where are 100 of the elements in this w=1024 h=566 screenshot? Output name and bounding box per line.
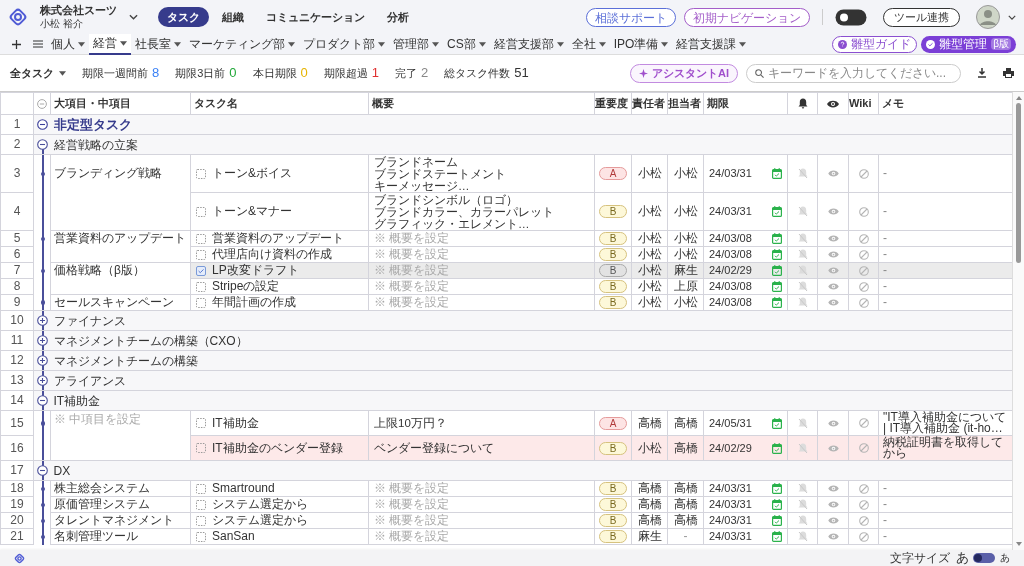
no-wiki-icon[interactable]	[858, 168, 869, 179]
checkbox[interactable]	[196, 297, 206, 308]
column-header[interactable]: タスク名	[194, 97, 238, 109]
priority-badge[interactable]: B	[599, 441, 627, 455]
priority-badge[interactable]: B	[599, 248, 627, 262]
column-header[interactable]: 概要	[372, 97, 394, 109]
group-title[interactable]: マネジメントチームの構築	[53, 353, 198, 368]
bell-off-icon[interactable]	[797, 297, 808, 308]
group-title[interactable]: マネジメントチームの構築（CXO）	[53, 333, 248, 348]
memo-line[interactable]: "IT導入補助金について	[883, 411, 1008, 423]
template-manage-button[interactable]: 雛型管理 β版	[921, 35, 1016, 53]
group-title[interactable]: ファイナンス	[53, 313, 126, 328]
bell-off-icon[interactable]	[797, 265, 808, 276]
summary-line[interactable]: キーメッセージ…	[374, 179, 589, 192]
checkbox[interactable]	[196, 515, 206, 526]
download-icon[interactable]	[977, 68, 987, 78]
eye-icon[interactable]	[827, 99, 839, 108]
calendar-check-icon[interactable]	[772, 442, 782, 454]
no-wiki-icon[interactable]	[858, 265, 869, 276]
priority-badge[interactable]: A	[599, 167, 627, 181]
department-tab[interactable]: CS部	[443, 33, 490, 55]
department-tab[interactable]: 社長室	[131, 33, 185, 55]
no-wiki-icon[interactable]	[858, 531, 869, 542]
group-title[interactable]: 経営戦略の立案	[53, 137, 138, 152]
priority-badge[interactable]: B	[599, 232, 627, 246]
collapse-icon[interactable]	[37, 465, 48, 476]
checkbox[interactable]	[196, 265, 206, 276]
collapse-icon[interactable]	[37, 395, 48, 406]
calendar-check-icon[interactable]	[772, 206, 782, 217]
checkbox[interactable]	[196, 531, 206, 542]
bell-off-icon[interactable]	[797, 168, 808, 179]
no-wiki-icon[interactable]	[858, 281, 869, 292]
header-button[interactable]: 初期ナビゲーション	[684, 7, 810, 27]
due-date[interactable]: 24/03/31	[709, 167, 752, 180]
summary-line[interactable]: ブランドネーム	[374, 155, 589, 168]
checkbox[interactable]	[196, 443, 206, 453]
chevron-down-icon[interactable]	[129, 14, 138, 20]
calendar-check-icon[interactable]	[772, 265, 782, 276]
due-date[interactable]: 24/03/31	[709, 205, 752, 218]
collapse-all-icon[interactable]	[37, 98, 47, 109]
priority-badge[interactable]: A	[599, 416, 627, 430]
no-wiki-icon[interactable]	[858, 206, 869, 217]
header-button[interactable]: 相談サポート	[586, 7, 676, 27]
no-wiki-icon[interactable]	[858, 249, 869, 260]
priority-badge[interactable]: B	[599, 482, 627, 496]
bell-off-icon[interactable]	[797, 417, 808, 429]
expand-icon[interactable]	[37, 335, 48, 346]
template-guide-button[interactable]: 雛型ガイド	[832, 35, 918, 53]
department-tab[interactable]: IPO準備	[609, 33, 673, 55]
department-tab[interactable]: プロダクト部	[299, 33, 389, 55]
calendar-check-icon[interactable]	[772, 168, 782, 179]
calendar-check-icon[interactable]	[772, 233, 782, 244]
section-title[interactable]: 非定型タスク	[53, 117, 132, 132]
chevron-down-icon[interactable]	[1008, 14, 1016, 20]
memo-line[interactable]: から	[883, 448, 1008, 460]
calendar-check-icon[interactable]	[772, 297, 782, 308]
task-name[interactable]: トーン&ボイス	[212, 167, 292, 180]
department-tab[interactable]: 経営	[89, 33, 131, 55]
nav-tab[interactable]: 組織	[213, 7, 253, 27]
plus-icon[interactable]	[12, 39, 21, 49]
summary-line[interactable]: ブランドステートメント	[374, 167, 589, 180]
task-name[interactable]: トーン&マナー	[212, 205, 292, 218]
category-name[interactable]: ブランディング戦略	[54, 166, 162, 180]
scrollbar[interactable]	[1012, 92, 1024, 550]
logo-icon[interactable]	[14, 552, 25, 564]
department-tab[interactable]: 個人	[47, 33, 89, 55]
nav-tab[interactable]: タスク	[158, 7, 209, 27]
summary-line[interactable]: ブランドカラー、カラーパレット	[374, 205, 589, 218]
checkbox[interactable]	[196, 249, 206, 260]
memo-line[interactable]: 納税証明書を取得して	[883, 436, 1008, 448]
priority-badge[interactable]: B	[599, 205, 627, 219]
bell-off-icon[interactable]	[797, 442, 808, 454]
priority-badge[interactable]: B	[599, 296, 627, 310]
priority-badge[interactable]: B	[599, 514, 627, 528]
checkbox[interactable]	[196, 206, 206, 217]
department-tab[interactable]: 経営支援課	[672, 33, 751, 55]
summary-line[interactable]: グラフィック・エレメント…	[374, 217, 589, 230]
group-title[interactable]: アライアンス	[53, 373, 126, 388]
no-wiki-icon[interactable]	[858, 443, 869, 453]
priority-badge[interactable]: B	[599, 498, 627, 512]
bell-off-icon[interactable]	[797, 515, 808, 526]
avatar-icon[interactable]	[976, 5, 1000, 29]
expand-icon[interactable]	[37, 315, 48, 326]
priority-badge[interactable]: B	[599, 264, 627, 278]
group-title[interactable]: IT補助金	[53, 393, 101, 408]
bell-off-icon[interactable]	[797, 499, 808, 510]
calendar-check-icon[interactable]	[772, 483, 782, 494]
priority-badge[interactable]: B	[599, 530, 627, 544]
no-wiki-icon[interactable]	[858, 499, 869, 510]
tool-link-button[interactable]: ツール連携	[883, 7, 960, 27]
no-wiki-icon[interactable]	[858, 418, 869, 428]
task-name[interactable]: IT補助金	[212, 416, 259, 430]
no-wiki-icon[interactable]	[858, 483, 869, 494]
calendar-check-icon[interactable]	[772, 417, 782, 429]
checkbox[interactable]	[196, 499, 206, 510]
task-name[interactable]: SanSan	[212, 530, 255, 543]
checkbox[interactable]	[196, 418, 206, 428]
group-title[interactable]: DX	[53, 463, 71, 478]
scope-dropdown[interactable]: 全タスク	[10, 64, 66, 82]
nav-tab[interactable]: コミュニケーション	[257, 7, 374, 27]
